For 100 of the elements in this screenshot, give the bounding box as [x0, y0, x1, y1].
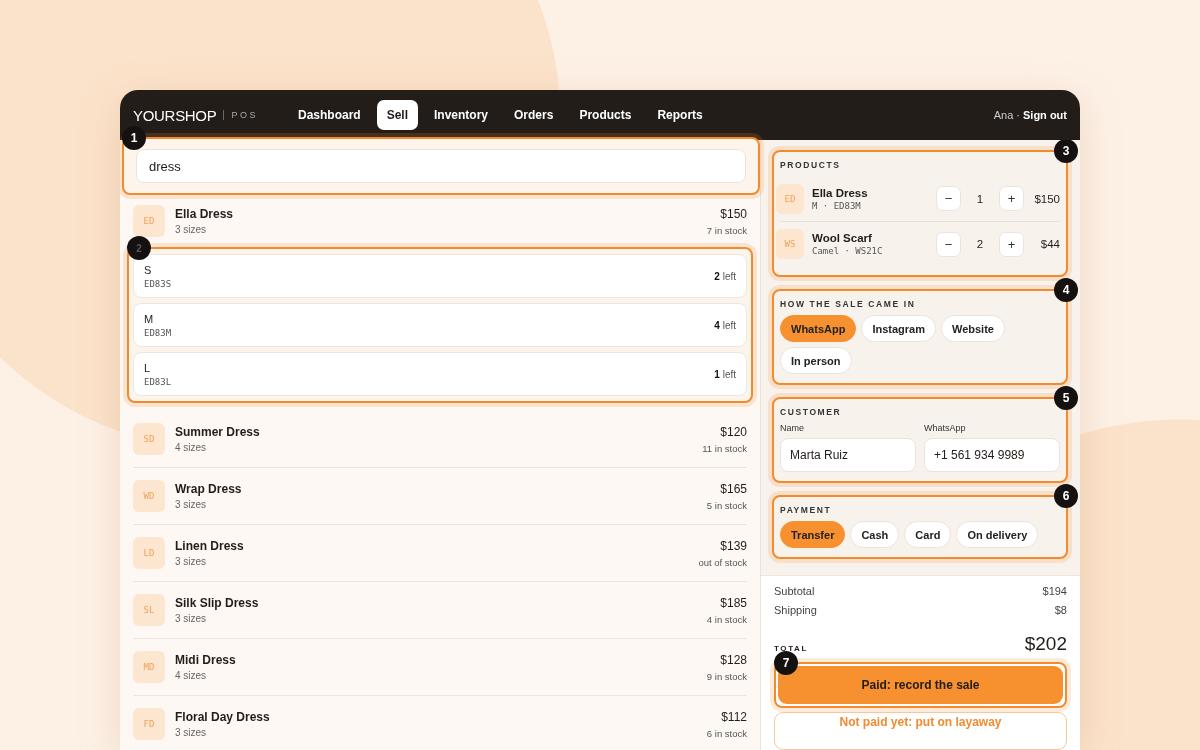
- user-name: Ana ·: [993, 109, 1020, 121]
- summary-label: Shipping: [774, 604, 817, 618]
- product-price: $128: [720, 652, 747, 667]
- callout-badge: 3: [1054, 140, 1078, 163]
- line-price: $150: [1034, 192, 1060, 205]
- stock-left: 1 left: [714, 368, 736, 380]
- nav-tab[interactable]: Orders: [504, 100, 564, 130]
- record-sale-button[interactable]: Paid: record the sale: [778, 666, 1063, 704]
- product-row[interactable]: WD Wrap Dress 3 sizes $165 5 in stock: [133, 468, 747, 525]
- product-name: Floral Day Dress: [175, 710, 271, 724]
- product-initials: MD: [133, 651, 165, 683]
- product-initials: SD: [133, 423, 165, 455]
- product-initials: FD: [133, 708, 165, 740]
- product-name: Summer Dress: [175, 425, 261, 439]
- option-chip[interactable]: On delivery: [956, 521, 1039, 548]
- increase-button[interactable]: +: [999, 231, 1024, 257]
- field-label: Name: [780, 423, 805, 433]
- increase-button[interactable]: +: [999, 186, 1024, 211]
- stock-count: out of stock: [698, 556, 747, 568]
- product-name: Ella Dress: [812, 186, 869, 199]
- input-field[interactable]: Marta Ruiz: [780, 438, 916, 472]
- search-field[interactable]: dress: [136, 149, 746, 183]
- product-row[interactable]: SL Silk Slip Dress 3 sizes $185 4 in stock: [133, 582, 747, 639]
- section-title: CUSTOMER: [780, 407, 843, 417]
- option-chip[interactable]: Transfer: [780, 521, 846, 548]
- section-title: HOW THE SALE CAME IN: [780, 299, 917, 309]
- product-price: $120: [720, 424, 747, 439]
- product-initials: ED: [133, 205, 165, 237]
- nav-tab[interactable]: Sell: [376, 100, 418, 130]
- decrease-button[interactable]: −: [936, 186, 961, 211]
- input-field[interactable]: +1 561 934 9989: [924, 438, 1060, 472]
- product-name: Silk Slip Dress: [175, 596, 260, 610]
- size-option[interactable]: L ED83L 1 left: [133, 352, 747, 396]
- decrease-button[interactable]: −: [936, 231, 961, 257]
- size-count: 3 sizes: [175, 727, 208, 738]
- product-initials: WD: [133, 480, 165, 512]
- product-initials: LD: [133, 537, 165, 569]
- product-name: Linen Dress: [175, 539, 245, 553]
- product-name: Ella Dress: [175, 207, 235, 221]
- variant-detail: M · ED83M: [812, 200, 862, 211]
- stock-count: 4 in stock: [706, 613, 747, 625]
- option-chip[interactable]: In person: [780, 347, 852, 374]
- quantity: 1: [975, 192, 985, 205]
- callout-badge: 1: [122, 126, 146, 150]
- option-chip[interactable]: Instagram: [861, 315, 936, 342]
- product-row[interactable]: SD Summer Dress 4 sizes $120 11 in stock: [133, 411, 747, 468]
- section-title: PRODUCTS: [780, 160, 842, 170]
- nav-tab[interactable]: Dashboard: [287, 100, 371, 130]
- stock-count: 9 in stock: [706, 670, 747, 682]
- line-price: $44: [1040, 238, 1060, 250]
- sku-code: ED83M: [144, 327, 173, 338]
- option-chip[interactable]: WhatsApp: [780, 315, 857, 342]
- option-chip[interactable]: Website: [940, 315, 1005, 342]
- nav-tab[interactable]: Inventory: [424, 100, 499, 130]
- size-count: 3 sizes: [175, 499, 208, 510]
- option-chip[interactable]: Cash: [850, 521, 900, 548]
- brand-name: YOURSHOP: [133, 106, 217, 124]
- product-row[interactable]: MD Midi Dress 4 sizes $128 9 in stock: [133, 639, 747, 696]
- product-initials: ED: [776, 183, 804, 214]
- size-label: L: [144, 361, 152, 374]
- field-label: WhatsApp: [924, 423, 967, 433]
- sku-code: ED83S: [144, 278, 173, 289]
- sku-code: ED83L: [144, 376, 173, 387]
- callout-badge: 4: [1054, 278, 1078, 302]
- size-count: 4 sizes: [175, 442, 208, 453]
- callout-badge: 6: [1054, 484, 1078, 508]
- product-row[interactable]: FD Floral Day Dress 3 sizes $112 6 in stock: [133, 696, 747, 750]
- product-price: $150: [720, 206, 747, 221]
- product-price: $165: [720, 481, 747, 496]
- quantity: 2: [975, 238, 985, 250]
- stock-left: 2 left: [714, 270, 736, 282]
- summary-value: $194: [1042, 585, 1067, 599]
- stock-left: 4 left: [714, 319, 736, 331]
- summary-label: Subtotal: [774, 585, 815, 599]
- size-option[interactable]: M ED83M 4 left: [133, 303, 747, 347]
- product-name: Midi Dress: [175, 653, 237, 667]
- size-label: M: [144, 312, 155, 325]
- size-count: 3 sizes: [175, 613, 208, 624]
- section-title: PAYMENT: [780, 505, 833, 515]
- nav-tab[interactable]: Products: [569, 100, 642, 130]
- size-option[interactable]: S ED83S 2 left: [133, 254, 747, 298]
- callout-badge: 2: [127, 236, 151, 260]
- product-name: Wrap Dress: [175, 482, 243, 496]
- product-row[interactable]: LD Linen Dress 3 sizes $139 out of stock: [133, 525, 747, 582]
- size-count: 4 sizes: [175, 670, 208, 681]
- product-initials: WS: [776, 229, 804, 259]
- nav-tab[interactable]: Reports: [647, 100, 713, 130]
- size-label: S: [144, 263, 153, 276]
- option-chip[interactable]: Card: [904, 521, 952, 548]
- stock-count: 6 in stock: [706, 727, 747, 739]
- product-price: $185: [720, 595, 747, 610]
- product-price: $112: [721, 709, 747, 724]
- product-name: Wool Scarf: [812, 232, 873, 244]
- size-count: 3 sizes: [175, 224, 208, 235]
- stock-count: 7 in stock: [706, 224, 747, 236]
- brand-suffix: POS: [223, 110, 258, 120]
- callout-badge: 5: [1054, 386, 1078, 410]
- size-count: 3 sizes: [175, 556, 208, 567]
- sign-out-link[interactable]: Sign out: [1023, 109, 1067, 121]
- product-price: $139: [720, 538, 747, 553]
